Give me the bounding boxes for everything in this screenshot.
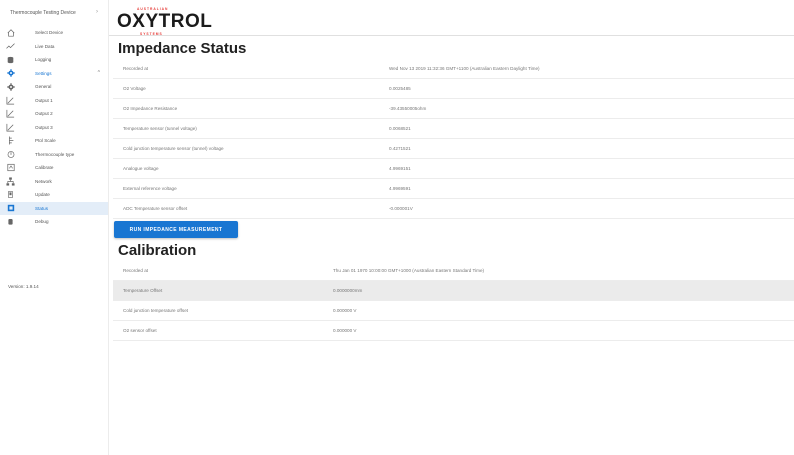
sidebar-item-label: Live Data [35, 43, 55, 49]
gear-icon [6, 69, 15, 78]
gear-icon [6, 82, 15, 91]
row-value: 0.000000 V [333, 328, 357, 333]
chevron-up-icon: ^ [97, 70, 100, 77]
logo-tagline-top: AUSTRALIAN [137, 7, 169, 11]
table-row: Recorded at Thu Jan 01 1970 10:00:00 GMT… [113, 261, 794, 281]
row-value: 0.000000 V [333, 308, 357, 313]
row-value: -0.000001V [389, 206, 413, 211]
impedance-table: Recorded at Wed Nov 13 2019 11:32:36 GMT… [113, 59, 794, 219]
row-label: O2 sensor offset [123, 328, 157, 333]
sidebar-item-live-data[interactable]: Live Data [0, 40, 108, 54]
sidebar-item-label: Thermocouple type [35, 151, 75, 157]
calibration-title: Calibration [118, 242, 197, 259]
row-value: 0.0025485 [389, 86, 411, 91]
chart-line-icon [6, 123, 15, 132]
row-label: Temperature sensor (tunnel voltage) [123, 126, 197, 131]
sidebar-item-output-1[interactable]: Output 1 [0, 94, 108, 108]
sidebar-item-debug[interactable]: Debug [0, 215, 108, 229]
impedance-status-title: Impedance Status [118, 40, 247, 57]
sidebar-item-label: Calibrate [35, 165, 54, 171]
sidebar-item-status[interactable]: Status [0, 201, 108, 215]
sidebar-item-update[interactable]: Update [0, 188, 108, 202]
sidebar-item-label: Status [35, 205, 49, 211]
ruler-icon [6, 136, 15, 145]
sidebar-item-label: Update [35, 192, 50, 198]
row-label: Recorded at [123, 268, 149, 273]
sidebar-item-label: Ptol Scale [35, 138, 56, 144]
status-icon [6, 204, 15, 213]
trend-line-icon [6, 42, 15, 51]
row-label: O2 Voltage [123, 86, 146, 91]
row-label: O2 Impedance Resistance [123, 106, 178, 111]
sidebar-item-thermocouple-type[interactable]: Thermocouple type [0, 148, 108, 162]
sidebar-item-select-device[interactable]: Select Device [0, 26, 108, 40]
row-value: 4.9969591 [389, 186, 411, 191]
app-version: Version: 1.9.14 [8, 284, 39, 289]
row-label: Cold junction temperature sensor (tunnel… [123, 146, 224, 151]
sidebar-item-settings[interactable]: Settings ^ [0, 67, 108, 81]
table-row: Recorded at Wed Nov 13 2019 11:32:36 GMT… [113, 59, 794, 79]
run-impedance-measurement-button[interactable]: RUN IMPEDANCE MEASUREMENT [114, 221, 238, 238]
row-label: Recorded at [123, 66, 149, 71]
device-label: Thermocouple Testing Device [10, 10, 76, 16]
calibration-table: Recorded at Thu Jan 01 1970 10:00:00 GMT… [113, 261, 794, 341]
sidebar-item-label: Output 1 [35, 97, 53, 103]
sidebar-item-network[interactable]: Network [0, 175, 108, 189]
row-value: 0.0000000mm [333, 288, 363, 293]
row-value: 4.9969151 [389, 166, 411, 171]
table-row: Cold junction temperature offset 0.00000… [113, 301, 794, 321]
sidebar-item-ptol-scale[interactable]: Ptol Scale [0, 134, 108, 148]
row-label: Analogue voltage [123, 166, 159, 171]
table-row: ADC Temperature sensor offset -0.000001V [113, 199, 794, 219]
table-row: O2 sensor offset 0.000000 V [113, 321, 794, 341]
row-value: 0.4271521 [389, 146, 411, 151]
row-value: -39.43550005ohm [389, 106, 427, 111]
sidebar-item-logging[interactable]: Logging [0, 53, 108, 67]
table-row: O2 Voltage 0.0025485 [113, 79, 794, 99]
table-row: Temperature sensor (tunnel voltage) 0.00… [113, 119, 794, 139]
sidebar-item-calibrate[interactable]: Calibrate [0, 161, 108, 175]
network-icon [6, 177, 15, 186]
row-label: Temperature Offset [123, 288, 163, 293]
logo-wordmark: OXYTROL [117, 11, 213, 32]
sidebar-item-label: Network [35, 178, 52, 184]
table-row: Temperature Offset 0.0000000mm [113, 281, 794, 301]
device-selector[interactable]: Thermocouple Testing Device › [0, 0, 108, 26]
row-value: 0.0068521 [389, 126, 411, 131]
table-row: O2 Impedance Resistance -39.43550005ohm [113, 99, 794, 119]
header-divider [109, 35, 794, 36]
sidebar-item-output-3[interactable]: Output 3 [0, 121, 108, 135]
row-label: External reference voltage [123, 186, 177, 191]
table-row: External reference voltage 4.9969591 [113, 179, 794, 199]
table-row: Cold junction temperature sensor (tunnel… [113, 139, 794, 159]
chart-line-icon [6, 96, 15, 105]
sidebar-item-label: Debug [35, 219, 49, 225]
thermometer-icon [6, 150, 15, 159]
row-label: ADC Temperature sensor offset [123, 206, 188, 211]
row-label: Cold junction temperature offset [123, 308, 189, 313]
sidebar: Thermocouple Testing Device › Select Dev… [0, 0, 108, 455]
sidebar-item-label: Settings [35, 70, 52, 76]
sidebar-item-general[interactable]: General [0, 80, 108, 94]
database-icon [6, 55, 15, 64]
device-icon [6, 190, 15, 199]
sidebar-item-label: Output 3 [35, 124, 53, 130]
chart-line-icon [6, 109, 15, 118]
sidebar-item-label: General [35, 84, 52, 90]
calibrate-icon [6, 163, 15, 172]
sidebar-item-output-2[interactable]: Output 2 [0, 107, 108, 121]
table-row: Analogue voltage 4.9969151 [113, 159, 794, 179]
sidebar-item-label: Select Device [35, 30, 64, 36]
bug-icon [6, 217, 15, 226]
sidebar-item-label: Output 2 [35, 111, 53, 117]
oxytrol-logo: AUSTRALIAN OXYTROL SYSTEMS [117, 7, 213, 36]
row-value: Wed Nov 13 2019 11:32:36 GMT+1100 (Austr… [389, 66, 540, 71]
chevron-icon: › [96, 9, 98, 15]
sidebar-item-label: Logging [35, 57, 52, 63]
row-value: Thu Jan 01 1970 10:00:00 GMT+1000 (Austr… [333, 268, 485, 273]
home-icon [6, 28, 15, 37]
